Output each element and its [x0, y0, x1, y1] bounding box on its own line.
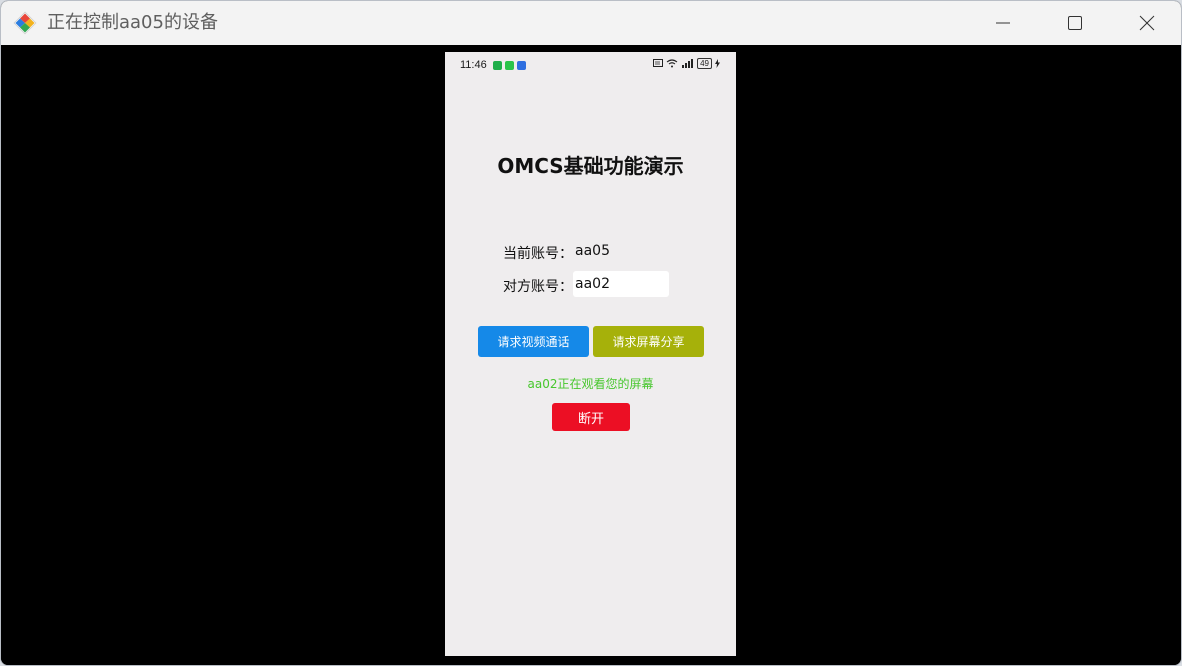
signal-icon	[682, 59, 694, 68]
notification-app-icon	[493, 61, 502, 70]
minimize-button[interactable]	[980, 1, 1026, 45]
request-video-call-button[interactable]: 请求视频通话	[478, 326, 589, 357]
current-account-value: aa05	[575, 243, 610, 259]
minimize-icon	[996, 22, 1010, 24]
connection-status-message: aa02正在观看您的屏幕	[527, 377, 654, 391]
request-screen-share-button[interactable]: 请求屏幕分享	[593, 326, 704, 357]
cast-icon	[653, 59, 664, 67]
maximize-button[interactable]	[1052, 1, 1098, 45]
close-button[interactable]	[1124, 1, 1170, 45]
title-bar[interactable]: 正在控制aa05的设备	[1, 1, 1181, 45]
phone-status-bar: 11:46 49	[445, 52, 736, 80]
remote-control-window: 正在控制aa05的设备 11:46 49 OMCS基础功能演示 当前账号： aa…	[0, 0, 1182, 666]
maximize-icon	[1068, 16, 1082, 30]
peer-account-label: 对方账号：	[503, 279, 573, 295]
peer-account-input[interactable]: aa02	[573, 271, 669, 297]
app-logo-icon	[13, 11, 37, 35]
notification-chat-icon	[505, 61, 514, 70]
close-icon	[1139, 15, 1155, 31]
page-title: OMCS基础功能演示	[497, 154, 684, 178]
current-account-label: 当前账号：	[503, 246, 573, 262]
phone-screen[interactable]: 11:46 49 OMCS基础功能演示 当前账号： aa05 对方账号： aa0…	[445, 52, 736, 656]
disconnect-button[interactable]: 断开	[552, 403, 630, 431]
status-icons: 49	[653, 58, 720, 69]
status-time: 11:46	[460, 59, 487, 71]
battery-icon: 49	[697, 58, 712, 69]
window-title: 正在控制aa05的设备	[47, 12, 218, 33]
charging-icon	[715, 59, 720, 68]
remote-screen-viewport[interactable]: 11:46 49 OMCS基础功能演示 当前账号： aa05 对方账号： aa0…	[1, 45, 1181, 665]
notification-message-icon	[517, 61, 526, 70]
wifi-icon	[666, 59, 678, 68]
